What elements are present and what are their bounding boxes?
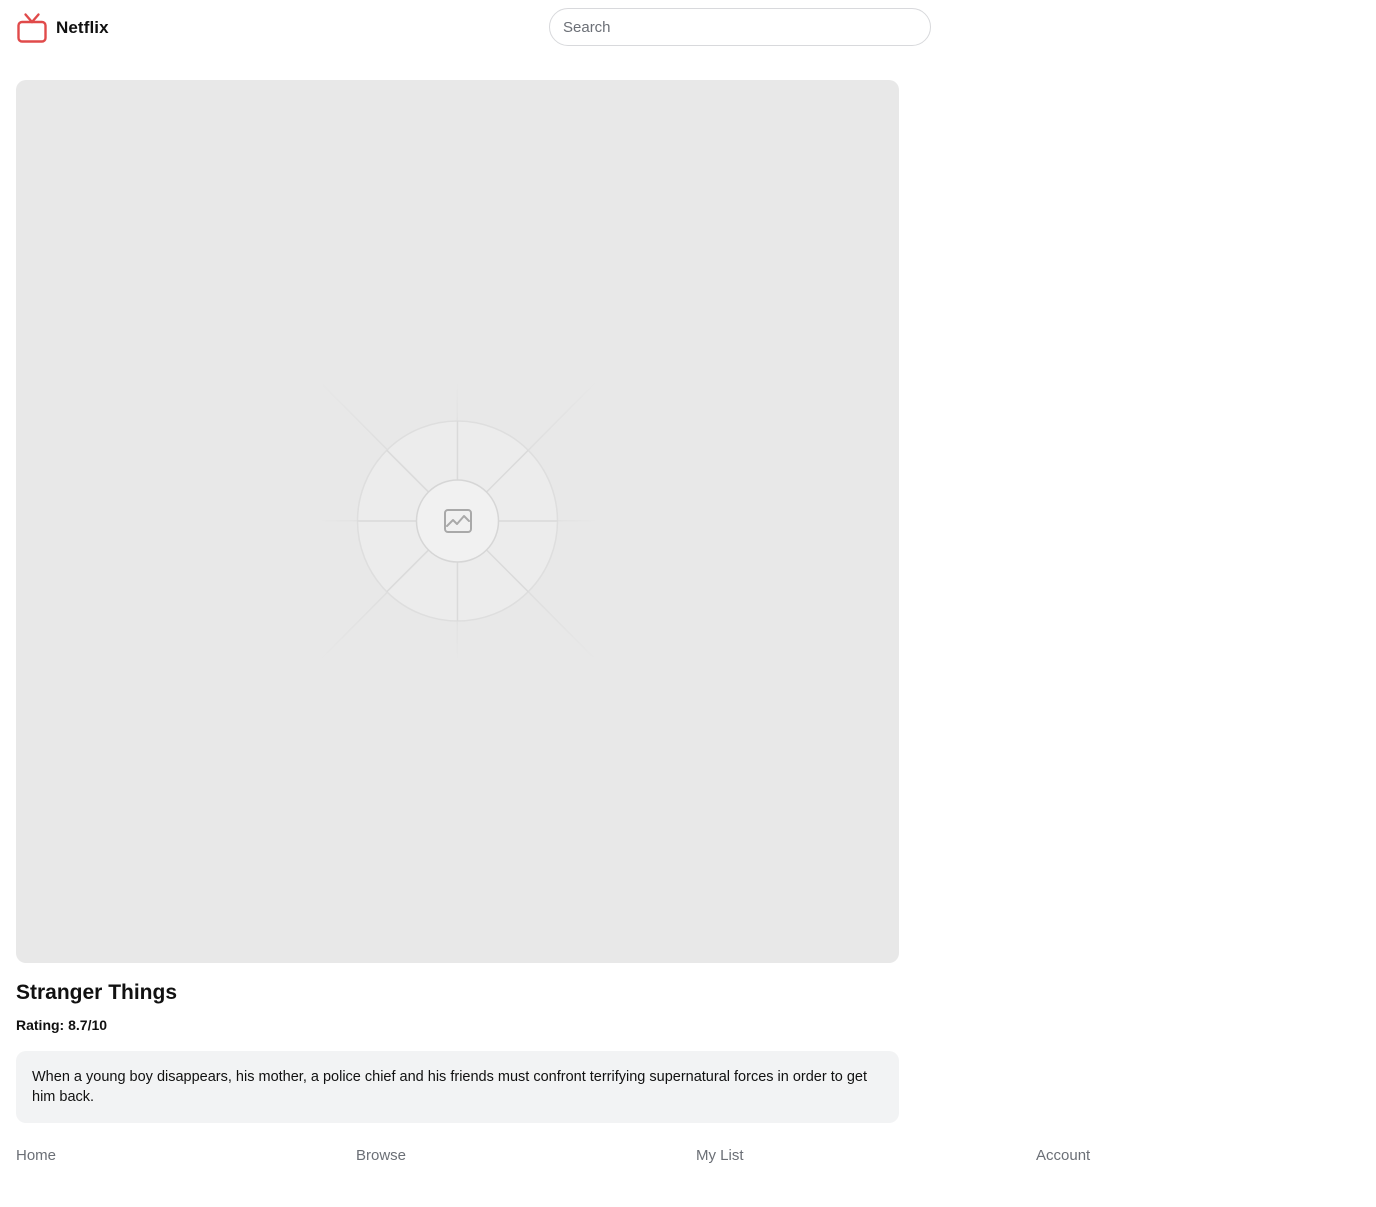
top-header: Netflix (0, 0, 1376, 58)
page: Netflix Search Stranger Things Rating: 8… (0, 0, 1376, 1207)
nav-item-browse[interactable]: Browse (356, 1146, 406, 1166)
brand-name: Netflix (56, 18, 109, 37)
search-input[interactable] (549, 8, 931, 46)
show-description: When a young boy disappears, his mother,… (16, 1051, 899, 1123)
nav-item-home[interactable]: Home (16, 1146, 56, 1166)
show-rating: Rating: 8.7/10 (16, 1017, 108, 1033)
brand-link[interactable]: Netflix (16, 12, 109, 44)
tv-icon (17, 13, 47, 43)
nav-item-my-list[interactable]: My List (696, 1146, 744, 1166)
nav-item-account[interactable]: Account (1036, 1146, 1090, 1166)
show-title: Stranger Things (16, 981, 178, 1004)
image-placeholder-icon (317, 379, 599, 663)
bottom-nav: Home Browse My List Account (0, 1146, 1376, 1170)
show-poster-placeholder (16, 80, 899, 963)
